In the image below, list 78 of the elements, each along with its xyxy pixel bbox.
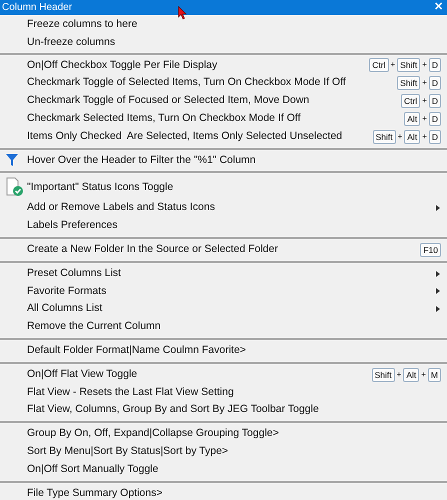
menu-item[interactable]: Add or Remove Labels and Status Icons	[0, 199, 447, 218]
menu-item[interactable]: Un-freeze columns	[0, 34, 447, 52]
menu-item-label: Labels Preferences	[27, 218, 118, 234]
menu-item-label: Group By On, Off, Expand|Collapse Grouping Toggle>	[27, 426, 280, 442]
menu-item[interactable]: Labels Preferences	[0, 217, 447, 235]
menu-item-label: On|Off Sort Manually Toggle	[27, 462, 160, 477]
menu-item-label: Preset Columns List	[27, 266, 122, 281]
menu-item[interactable]: Preset Columns List	[0, 264, 447, 283]
plus-sign: +	[421, 368, 426, 381]
menu-item[interactable]: Sort By Menu|Sort By Status|Sort by Type>	[0, 442, 447, 461]
menu-item-label: Items Only Checked Are Selected, Items Only Selected Unselected	[27, 128, 344, 144]
cursor-icon	[178, 6, 187, 20]
menu-item[interactable]: Checkmark Toggle of Selected Items, Turn On Checkbox Mode If Off Shift + D	[0, 74, 447, 92]
menu-item[interactable]: All Columns List	[0, 300, 447, 318]
menu-item[interactable]: Favorite Formats	[0, 282, 447, 300]
key-cap: Ctrl	[369, 58, 388, 72]
menu-item[interactable]: Freeze columns to here	[0, 16, 447, 34]
menu-item[interactable]: Flat View, Columns, Group By and Sort By JEG Toolbar Toggle	[0, 401, 447, 420]
menu-item[interactable]: Flat View - Resets the Last Flat View Setting	[0, 384, 447, 402]
menu-item-label: "Important" Status Icons Toggle	[27, 180, 174, 194]
key-cap: D	[428, 76, 441, 90]
menu-item-label: Remove the Current Column	[27, 319, 162, 334]
plus-sign: +	[398, 130, 402, 143]
menu-item-label: Checkmark Toggle of Focused or Selected Item, Move Down	[27, 93, 310, 108]
key-cap: D	[428, 112, 441, 126]
key-cap: D	[428, 58, 441, 72]
key-cap: D	[428, 94, 441, 108]
key-cap: Alt	[403, 368, 420, 382]
menu-item[interactable]: Items Only Checked Are Selected, Items Only Selected Unselected Shift + Alt + D	[0, 128, 447, 146]
menu-item-label: Sort By Menu|Sort By Status|Sort by Type>	[27, 444, 230, 459]
menu-item-label: All Columns List	[27, 301, 104, 316]
key-cap: Shift	[372, 130, 396, 144]
plus-sign: +	[422, 130, 427, 143]
key-cap: Alt	[404, 130, 420, 144]
menu-item[interactable]: Hover Over the Header to Filter the "%1" Column	[0, 152, 447, 170]
menu-item-label: Favorite Formats	[27, 284, 108, 299]
menu-item-label: Flat View, Columns, Group By and Sort By JEG Toolbar Toggle	[27, 402, 320, 418]
filter-icon	[6, 154, 18, 166]
key-cap: Ctrl	[400, 94, 420, 108]
plus-sign: +	[422, 77, 427, 90]
menu-item-label: Un-freeze columns	[27, 34, 116, 50]
menu-item[interactable]: Create a New Folder In the Source or Selected Folder F10	[0, 240, 447, 259]
document-check-icon	[6, 177, 24, 198]
key-cap: Shift	[372, 368, 395, 382]
menu-item-label: On|Off Checkbox Toggle Per File Display	[27, 58, 218, 73]
menu-item-label: Checkmark Selected Items, Turn On Checkbox Mode If Off	[27, 111, 302, 126]
key-cap: D	[428, 130, 441, 144]
plus-sign: +	[422, 112, 427, 125]
menu-item[interactable]: On|Off Checkbox Toggle Per File Display Ctrl + Shift + D	[0, 56, 447, 74]
menu-item-label: Hover Over the Header to Filter the "%1" Column	[27, 152, 257, 168]
menu-item-label: Default Folder Format|Name Coulmn Favorite>	[27, 342, 247, 358]
key-cap: Alt	[404, 112, 420, 126]
window-title: Column Header	[2, 2, 72, 12]
menu-item-label: Freeze columns to here	[27, 17, 138, 32]
menu-item[interactable]: File Type Summary Options>	[0, 484, 447, 500]
menu-item-label: Create a New Folder In the Source or Selected Folder	[27, 242, 279, 257]
menu-item-label: Checkmark Toggle of Selected Items, Turn On Checkbox Mode If Off	[27, 75, 347, 90]
menu-item[interactable]: Checkmark Selected Items, Turn On Checkbox Mode If Off Alt + D	[0, 110, 447, 128]
menu-item-label: On|Off Flat View Toggle	[27, 366, 138, 382]
menu-item-label: File Type Summary Options>	[27, 486, 164, 500]
menu-item[interactable]: Group By On, Off, Expand|Collapse Grouping Toggle>	[0, 425, 447, 443]
menu-item[interactable]: Remove the Current Column	[0, 318, 447, 336]
menu-item-label: Add or Remove Labels and Status Icons	[27, 200, 216, 216]
menu-item[interactable]: "Important" Status Icons Toggle	[0, 175, 447, 200]
key-cap: Shift	[397, 76, 420, 90]
close-button[interactable]: ✕	[432, 2, 445, 13]
plus-sign: +	[422, 59, 427, 72]
plus-sign: +	[390, 59, 396, 72]
plus-sign: +	[422, 95, 427, 108]
menu-item[interactable]: On|Off Flat View Toggle Shift + Alt + M	[0, 366, 447, 384]
menu-item-label: Flat View - Resets the Last Flat View Setting	[27, 384, 235, 400]
menu-item[interactable]: On|Off Sort Manually Toggle	[0, 460, 447, 479]
plus-sign: +	[396, 368, 402, 381]
key-cap: F10	[420, 242, 441, 257]
key-cap: M	[428, 368, 441, 382]
menu-item[interactable]: Checkmark Toggle of Focused or Selected Item, Move Down Ctrl + D	[0, 92, 447, 110]
key-cap: Shift	[397, 58, 420, 72]
menu-item[interactable]: Default Folder Format|Name Coulmn Favorite>	[0, 342, 447, 360]
